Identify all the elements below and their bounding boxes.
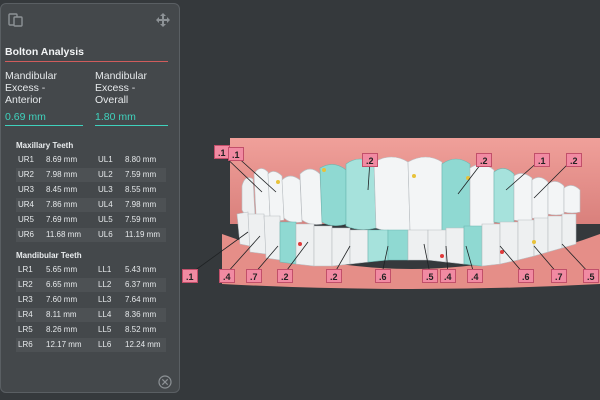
tooth-width-row: LR1 5.65 mm LL1 5.43 mm [16,263,166,277]
measurement-tag-lower[interactable]: .4 [219,269,235,283]
tooth-width: 5.43 mm [125,265,157,274]
tooth-id: LR1 [18,265,33,274]
tooth-id: LR5 [18,325,33,334]
tooth-width: 8.11 mm [46,310,77,319]
copy-icon[interactable] [7,12,25,28]
panel-title: Bolton Analysis [5,46,84,58]
tooth-width: 12.17 mm [46,340,82,349]
tooth-id: LL2 [98,280,112,289]
tooth-width: 7.64 mm [125,295,157,304]
measurement-tag-lower[interactable]: .6 [375,269,391,283]
measurement-tag-upper[interactable]: .1 [534,153,550,167]
tooth-width: 8.52 mm [125,325,157,334]
overall-excess-underline [95,125,168,126]
tooth-width: 8.26 mm [46,325,78,334]
tooth-id: UR3 [18,185,35,194]
tooth-width-row: LR6 12.17 mm LL6 12.24 mm [16,338,166,352]
tooth-id: UL1 [98,155,113,164]
tooth-id: LR3 [18,295,33,304]
tooth-width-row: LR2 6.65 mm LL2 6.37 mm [16,278,166,292]
measurement-tag-lower[interactable]: .7 [551,269,567,283]
tooth-width: 8.80 mm [125,155,157,164]
tooth-width-row: UR3 8.45 mm UL3 8.55 mm [16,183,166,197]
close-icon[interactable] [158,375,172,389]
anterior-excess-value: 0.69 mm [5,111,46,123]
tooth-width: 5.65 mm [46,265,78,274]
tooth-width: 7.59 mm [125,170,157,179]
tooth-width: 7.69 mm [46,215,78,224]
tooth-id: LL5 [98,325,112,334]
tooth-id: LL4 [98,310,112,319]
tooth-width: 8.36 mm [125,310,157,319]
measurement-tag-lower[interactable]: .4 [440,269,456,283]
tooth-width-row: UR6 11.68 mm UL6 11.19 mm [16,228,166,242]
tooth-width-row: UR1 8.69 mm UL1 8.80 mm [16,153,166,167]
measurement-tag-lower[interactable]: .4 [467,269,483,283]
measurement-tag-upper[interactable]: .2 [476,153,492,167]
tooth-id: LL1 [98,265,112,274]
tooth-width: 11.68 mm [46,230,81,239]
tooth-width: 8.69 mm [46,155,78,164]
panel-toolbar [1,4,181,34]
mandibular-teeth-heading: Mandibular Teeth [16,251,82,260]
tooth-width: 7.98 mm [46,170,78,179]
measurement-tag-lower[interactable]: .6 [518,269,534,283]
tooth-width: 8.45 mm [46,185,78,194]
tooth-id: LL3 [98,295,112,304]
tooth-id: LL6 [98,340,112,349]
tooth-id: UR6 [18,230,35,239]
tooth-id: UR4 [18,200,35,209]
tooth-width: 11.19 mm [125,230,160,239]
tooth-id: LR4 [18,310,33,319]
measurement-tag-lower[interactable]: .5 [583,269,599,283]
tooth-id: UL5 [98,215,113,224]
tooth-id: UR1 [18,155,35,164]
measurement-tag-upper[interactable]: .2 [362,153,378,167]
tooth-width-row: UR5 7.69 mm UL5 7.59 mm [16,213,166,227]
tooth-id: UR2 [18,170,35,179]
overall-excess-value: 1.80 mm [95,111,136,123]
bolton-analysis-panel: Bolton Analysis Mandibular Excess - Ante… [0,3,180,393]
dental-model-viewport[interactable]: .1 .1 .2 .2 .1 .2 .1 .4 .7 .2 .2 .6 .5 .… [182,134,600,294]
measurement-tag-lower[interactable]: .2 [326,269,342,283]
tooth-width: 7.60 mm [46,295,78,304]
measurement-tag-lower[interactable]: .7 [246,269,262,283]
measurement-tag-upper[interactable]: .1 [228,147,244,161]
measurement-tag-lower[interactable]: .2 [277,269,293,283]
tooth-width-row: UR4 7.86 mm UL4 7.98 mm [16,198,166,212]
tooth-width-row: LR4 8.11 mm LL4 8.36 mm [16,308,166,322]
measurement-tag-upper[interactable]: .2 [566,153,582,167]
tooth-id: UR5 [18,215,35,224]
tooth-width-row: LR3 7.60 mm LL3 7.64 mm [16,293,166,307]
tooth-width: 7.86 mm [46,200,78,209]
tooth-id: UL2 [98,170,113,179]
tooth-width: 7.59 mm [125,215,157,224]
tooth-id: UL3 [98,185,113,194]
move-icon[interactable] [154,12,172,28]
tooth-id: LR6 [18,340,33,349]
tooth-width: 6.65 mm [46,280,78,289]
anterior-excess-underline [5,125,83,126]
tooth-id: UL6 [98,230,113,239]
tooth-width: 8.55 mm [125,185,157,194]
tooth-id: LR2 [18,280,33,289]
title-divider [5,61,168,62]
anterior-excess-label: Mandibular Excess - Anterior [5,70,57,106]
tooth-width: 12.24 mm [125,340,161,349]
tooth-width: 6.37 mm [125,280,157,289]
maxillary-teeth-heading: Maxillary Teeth [16,141,74,150]
measurement-tag-lower[interactable]: .5 [422,269,438,283]
overall-excess-label: Mandibular Excess - Overall [95,70,147,106]
tooth-width-row: LR5 8.26 mm LL5 8.52 mm [16,323,166,337]
measurement-tag-lower[interactable]: .1 [182,269,198,283]
tooth-width-row: UR2 7.98 mm UL2 7.59 mm [16,168,166,182]
tooth-width: 7.98 mm [125,200,157,209]
tooth-id: UL4 [98,200,113,209]
